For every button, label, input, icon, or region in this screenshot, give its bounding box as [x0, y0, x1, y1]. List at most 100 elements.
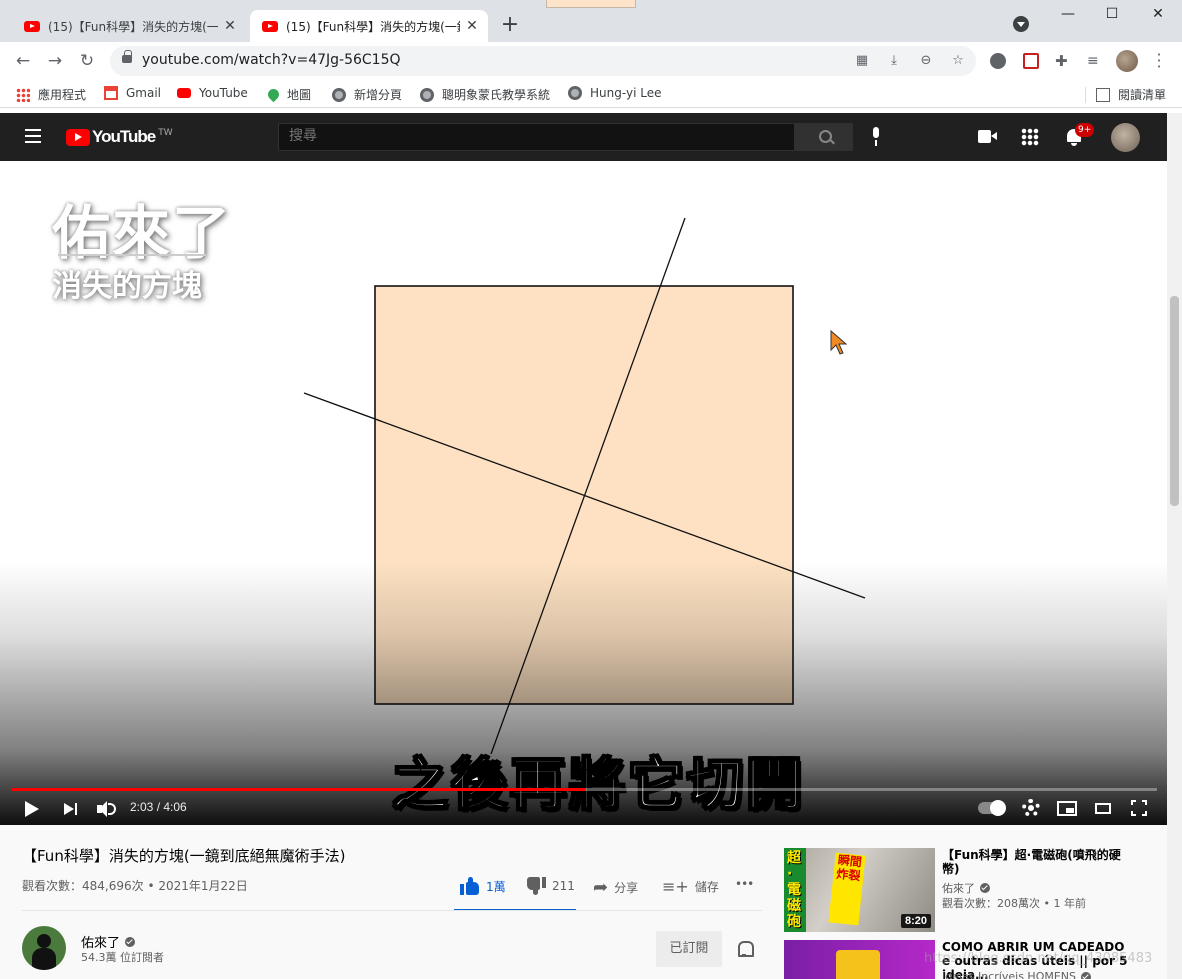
zoom-icon[interactable]: ⊖: [918, 53, 934, 69]
globe-icon: [568, 86, 582, 100]
bookmark-label: 聰明象蒙氏教學系統: [442, 88, 551, 102]
close-tab-icon[interactable]: ✕: [464, 18, 480, 34]
recommended-video-1[interactable]: 超·電磁砲 瞬間炸裂 8:20 【Fun科學】超·電磁砲(噴飛的硬幣) 佑來了 …: [784, 848, 1154, 932]
watermark-divider: [58, 254, 206, 256]
youtube-logo[interactable]: YouTube TW: [66, 127, 173, 147]
video-view-count: 觀看次數：484,696次 • 2021年1月22日: [22, 879, 248, 893]
close-tab-icon[interactable]: ✕: [222, 18, 238, 34]
theater-mode-icon[interactable]: [1095, 803, 1111, 814]
channel-watermark-subtitle: 消失的方塊: [52, 269, 202, 304]
video-thumbnail[interactable]: [784, 940, 935, 979]
bookmark-label: Gmail: [126, 86, 162, 100]
subscribed-button[interactable]: 已訂閱: [656, 931, 722, 967]
subscriber-count: 54.3萬 位訂閱者: [81, 951, 164, 964]
youtube-apps-icon[interactable]: [1021, 128, 1039, 146]
like-count: 1萬: [486, 879, 506, 894]
bookmark-apps[interactable]: 應用程式: [16, 86, 86, 103]
account-avatar[interactable]: [1111, 123, 1140, 152]
video-caption: 之後再將它切開: [391, 752, 805, 819]
notification-badge: 9+: [1075, 123, 1095, 137]
forward-button[interactable]: →: [45, 51, 65, 71]
video-player[interactable]: 佑來了 消失的方塊 之後再將它切開 2:03 / 4:06: [0, 166, 1167, 825]
bookmark-maps[interactable]: 地圖: [265, 86, 311, 103]
window-peek: [546, 0, 636, 8]
reading-list-button[interactable]: 閱讀清單: [1085, 86, 1166, 103]
share-label: 分享: [614, 881, 639, 895]
bookmark-label: 應用程式: [38, 88, 87, 102]
progress-bar[interactable]: [12, 788, 1157, 791]
media-control-icon[interactable]: ≡: [1087, 53, 1103, 69]
thumbs-down-icon: [526, 877, 546, 895]
install-app-icon[interactable]: ⤓: [886, 53, 902, 69]
more-actions-button[interactable]: •••: [735, 877, 754, 891]
fullscreen-icon[interactable]: [1131, 800, 1147, 816]
navigation-bar: ← → ↻ youtube.com/watch?v=47Jg-56C15Q ▦ …: [0, 42, 1182, 80]
thumbnail-text-1: 超·電磁砲: [787, 850, 801, 930]
hamburger-menu-icon[interactable]: [25, 129, 41, 143]
tab-search-icon[interactable]: [1013, 16, 1029, 32]
autoplay-toggle[interactable]: [978, 800, 1006, 816]
extension-icon[interactable]: [1023, 53, 1039, 69]
browser-tab-2[interactable]: (15)【Fun科學】消失的方塊(一鏡 ✕: [250, 10, 488, 42]
bookmark-gmail[interactable]: Gmail: [104, 86, 161, 100]
settings-gear-icon[interactable]: [1022, 799, 1040, 817]
puzzle-extensions-icon[interactable]: ✚: [1055, 53, 1071, 69]
apps-grid-icon: [16, 87, 30, 102]
chrome-menu-icon[interactable]: · · ·: [1152, 47, 1166, 75]
search-button[interactable]: [795, 123, 853, 151]
play-icon[interactable]: [20, 798, 42, 820]
scrollbar-thumb[interactable]: [1170, 296, 1179, 506]
tab-title: (15)【Fun科學】消失的方塊(一鏡: [286, 19, 460, 34]
video-thumbnail[interactable]: 超·電磁砲 瞬間炸裂 8:20: [784, 848, 935, 932]
dislike-button[interactable]: 211: [526, 877, 575, 895]
bookmark-youtube[interactable]: YouTube: [177, 86, 248, 100]
share-button[interactable]: ➦ 分享: [593, 877, 638, 898]
search-input[interactable]: [279, 124, 794, 148]
qr-code-icon[interactable]: ▦: [854, 53, 870, 69]
channel-avatar[interactable]: [22, 926, 66, 970]
next-video-icon[interactable]: [60, 798, 82, 820]
youtube-logo-icon: [66, 128, 90, 146]
section-divider: [22, 910, 762, 911]
miniplayer-icon[interactable]: [1057, 801, 1077, 816]
verified-badge-icon: [980, 883, 990, 893]
back-button[interactable]: ←: [13, 51, 33, 71]
verified-badge-icon: [1081, 971, 1092, 979]
mouse-cursor-icon: [830, 330, 848, 355]
minimize-button[interactable]: —: [1053, 6, 1083, 26]
channel-watermark-title: 佑來了: [52, 199, 233, 267]
region-label: TW: [158, 128, 173, 138]
bookmarks-bar: 應用程式 Gmail YouTube 地圖 新增分頁 聰明象蒙氏教學系統 Hun…: [0, 80, 1182, 108]
browser-tab-1[interactable]: (15)【Fun科學】消失的方塊(一鏡 ✕: [12, 10, 246, 42]
bookmark-star-icon[interactable]: ☆: [950, 53, 966, 69]
bookmark-new-tab[interactable]: 新增分頁: [332, 86, 402, 103]
bookmark-label: YouTube: [199, 86, 248, 100]
notification-bell-icon[interactable]: [737, 941, 754, 957]
url-text[interactable]: youtube.com/watch?v=47Jg-56C15Q: [142, 52, 401, 68]
page-scrollbar[interactable]: [1167, 113, 1182, 979]
address-bar[interactable]: youtube.com/watch?v=47Jg-56C15Q ▦ ⤓ ⊖ ☆: [110, 46, 976, 76]
maximize-button[interactable]: ☐: [1097, 6, 1127, 26]
like-button[interactable]: 1萬: [460, 877, 506, 895]
lock-icon[interactable]: [122, 50, 132, 63]
save-button[interactable]: ≡+ 儲存: [662, 877, 719, 896]
progress-played: [12, 788, 585, 791]
share-arrow-icon: ➦: [593, 877, 609, 898]
new-tab-button[interactable]: +: [498, 14, 522, 38]
recommended-channel: 佑來了: [942, 880, 990, 896]
reload-button[interactable]: ↻: [77, 51, 97, 71]
bookmark-hung-yi-lee[interactable]: Hung-yi Lee: [568, 86, 661, 100]
bookmark-montessori[interactable]: 聰明象蒙氏教學系統: [420, 86, 550, 103]
volume-icon[interactable]: [95, 798, 117, 820]
extension-icon[interactable]: [990, 53, 1006, 69]
search-box[interactable]: [278, 123, 795, 151]
profile-avatar[interactable]: [1116, 50, 1138, 72]
close-window-button[interactable]: ✕: [1143, 6, 1173, 26]
time-display: 2:03 / 4:06: [130, 800, 187, 814]
youtube-masthead: YouTube TW: [0, 113, 1167, 161]
youtube-logo-text: YouTube: [92, 127, 156, 146]
recommended-title[interactable]: 【Fun科學】超·電磁砲(噴飛的硬幣): [942, 848, 1132, 876]
recommended-channel-name: Ideias Incríveis HOMENS: [942, 970, 1077, 979]
microphone-icon[interactable]: [870, 127, 882, 147]
create-video-icon[interactable]: [978, 130, 997, 143]
